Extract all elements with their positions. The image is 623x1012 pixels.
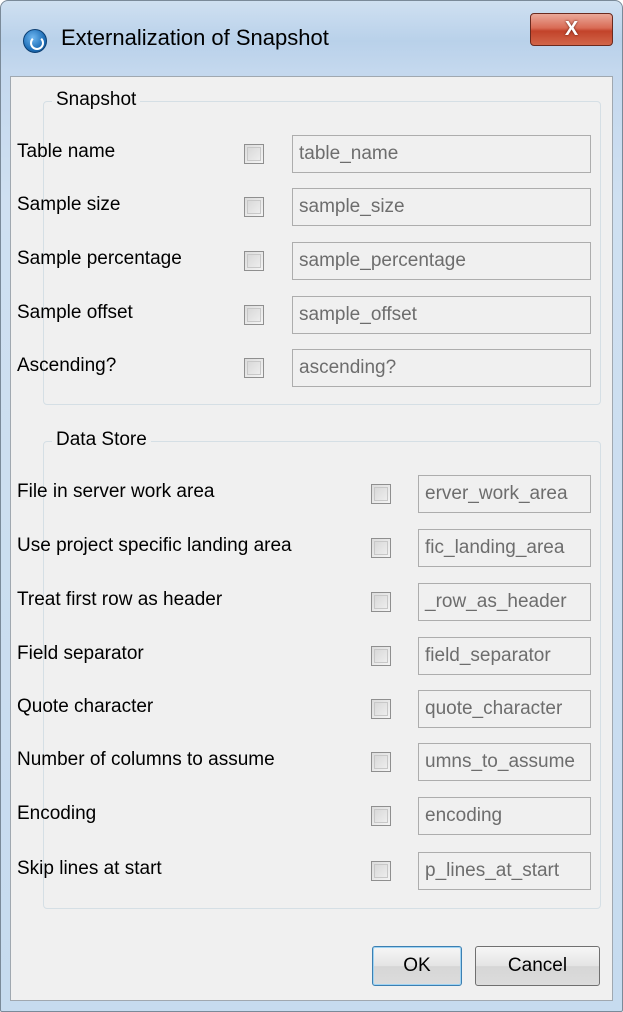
row-label: Number of columns to assume (17, 749, 275, 770)
sample-size-checkbox[interactable] (244, 197, 264, 217)
data-store-group-title: Data Store (52, 429, 151, 451)
ok-button[interactable]: OK (372, 946, 462, 986)
sample-offset-checkbox[interactable] (244, 305, 264, 325)
skip-lines-checkbox[interactable] (371, 861, 391, 881)
first-row-header-checkbox[interactable] (371, 592, 391, 612)
field-separator-checkbox[interactable] (371, 646, 391, 666)
encoding-checkbox[interactable] (371, 806, 391, 826)
window-title: Externalization of Snapshot (61, 25, 329, 50)
row-label: Quote character (17, 696, 154, 717)
sample-size-field[interactable]: sample_size (292, 188, 591, 226)
ascending-field[interactable]: ascending? (292, 349, 591, 387)
columns-to-assume-checkbox[interactable] (371, 752, 391, 772)
row-label: Table name (17, 141, 116, 162)
sample-percentage-field[interactable]: sample_percentage (292, 242, 591, 280)
encoding-field[interactable]: encoding (418, 797, 591, 835)
field-separator-field[interactable]: field_separator (418, 637, 591, 675)
landing-area-field[interactable]: fic_landing_area (418, 529, 591, 567)
row-label: Treat first row as header (17, 589, 223, 610)
ascending-checkbox[interactable] (244, 358, 264, 378)
row-label: Field separator (17, 643, 144, 664)
dialog-window: Externalization of Snapshot X Snapshot T… (0, 0, 623, 1012)
file-in-server-field[interactable]: erver_work_area (418, 475, 591, 513)
row-label: Ascending? (17, 355, 117, 376)
landing-area-checkbox[interactable] (371, 538, 391, 558)
first-row-header-field[interactable]: _row_as_header (418, 583, 591, 621)
skip-lines-field[interactable]: p_lines_at_start (418, 852, 591, 890)
sample-offset-field[interactable]: sample_offset (292, 296, 591, 334)
row-label: Use project specific landing area (17, 535, 292, 556)
table-name-field[interactable]: table_name (292, 135, 591, 173)
columns-to-assume-field[interactable]: umns_to_assume (418, 743, 591, 781)
quote-character-checkbox[interactable] (371, 699, 391, 719)
file-in-server-checkbox[interactable] (371, 484, 391, 504)
dialog-body: Snapshot Table name table_name Sample si… (10, 76, 613, 1001)
row-label: Sample offset (17, 302, 133, 323)
snapshot-group-title: Snapshot (52, 89, 141, 111)
row-label: Sample percentage (17, 248, 182, 269)
row-label: Encoding (17, 803, 97, 824)
row-label: Skip lines at start (17, 858, 162, 879)
app-icon (23, 29, 47, 53)
cancel-button[interactable]: Cancel (475, 946, 600, 986)
row-label: Sample size (17, 194, 121, 215)
title-bar[interactable]: Externalization of Snapshot X (1, 1, 622, 79)
quote-character-field[interactable]: quote_character (418, 690, 591, 728)
row-label: File in server work area (17, 481, 215, 502)
close-button[interactable]: X (530, 13, 613, 46)
sample-percentage-checkbox[interactable] (244, 251, 264, 271)
table-name-checkbox[interactable] (244, 144, 264, 164)
